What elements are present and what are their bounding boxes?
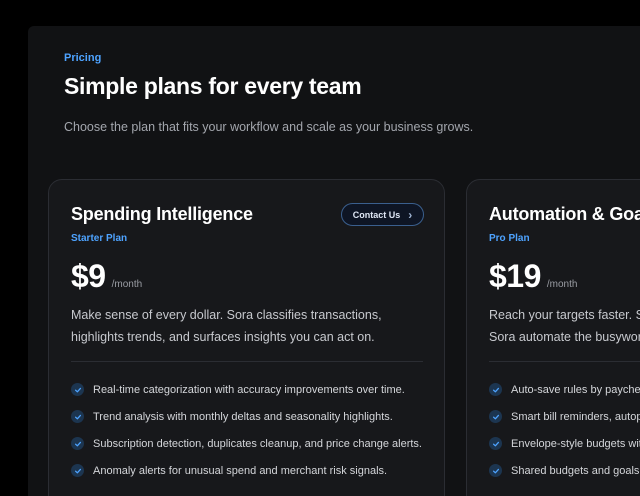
plan-price: $19 /month [489,258,577,295]
plan-name: Spending Intelligence [71,204,253,224]
feature-text: Subscription detection, duplicates clean… [93,437,422,450]
section-eyebrow: Pricing [64,52,102,64]
plan-card-starter: Spending Intelligence Starter Plan Conta… [48,179,445,496]
price-amount: $19 [489,258,541,294]
feature-item: Envelope-style budgets wit [489,430,640,457]
feature-item: Real-time categorization with accuracy i… [71,376,422,403]
feature-text: Anomaly alerts for unusual spend and mer… [93,464,388,477]
plan-description-line: highlights trends, and surfaces insights… [71,330,375,344]
feature-list: Auto-save rules by payche Smart bill rem… [489,376,640,484]
pricing-page: Pricing Simple plans for every team Choo… [28,26,640,496]
plan-price: $9 /month [71,258,142,295]
contact-us-label: Contact Us [352,209,401,220]
divider [71,361,423,362]
price-amount: $9 [71,258,106,294]
feature-item: Subscription detection, duplicates clean… [71,430,422,457]
feature-item: Auto-save rules by payche [489,376,640,403]
contact-us-button[interactable]: Contact Us › [341,203,424,226]
feature-item: Trend analysis with monthly deltas and s… [71,403,422,430]
check-circle-icon [71,464,84,477]
feature-text: Smart bill reminders, autop [511,410,640,423]
plan-tier: Pro Plan [489,233,530,244]
plan-description-line: Make sense of every dollar. Sora classif… [71,308,382,322]
check-circle-icon [71,437,84,450]
feature-text: Envelope-style budgets wit [511,437,640,450]
price-period: /month [546,279,578,290]
plan-tier: Starter Plan [71,233,128,244]
check-circle-icon [489,383,502,396]
chevron-right-icon: › [408,207,413,222]
plan-description-line: Reach your targets faster. Se [489,308,640,322]
check-circle-icon [71,410,84,423]
plan-description: Reach your targets faster. Se Sora autom… [489,304,640,348]
check-circle-icon [489,410,502,423]
price-period: /month [111,279,143,290]
divider [489,361,640,362]
page-title: Simple plans for every team [64,73,362,99]
feature-text: Shared budgets and goals [511,464,640,477]
feature-item: Smart bill reminders, autop [489,403,640,430]
plan-description-line: Sora automate the busywork [489,330,640,344]
feature-text: Trend analysis with monthly deltas and s… [93,410,393,423]
feature-text: Real-time categorization with accuracy i… [93,383,405,396]
check-circle-icon [489,437,502,450]
feature-text: Auto-save rules by payche [511,383,640,396]
plan-card-pro: Automation & Goa Pro Plan $19 /month Rea… [466,179,640,496]
page-subtitle: Choose the plan that fits your workflow … [64,120,474,134]
plan-name: Automation & Goa [489,204,640,224]
check-circle-icon [489,464,502,477]
plan-description: Make sense of every dollar. Sora classif… [71,304,436,348]
feature-list: Real-time categorization with accuracy i… [71,376,422,484]
check-circle-icon [71,383,84,396]
